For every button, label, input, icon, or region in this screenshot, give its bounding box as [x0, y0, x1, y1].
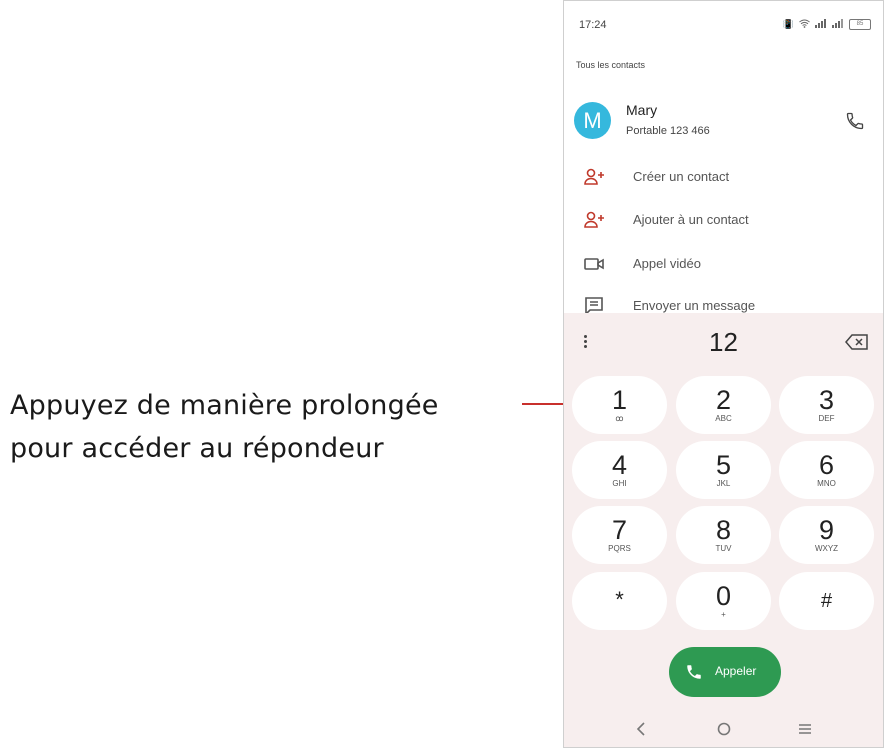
key-star[interactable]: * [572, 572, 667, 630]
key-3[interactable]: 3 DEF [779, 376, 874, 434]
action-label: Ajouter à un contact [633, 212, 749, 227]
video-camera-icon [584, 254, 606, 274]
action-label: Créer un contact [633, 169, 730, 184]
action-label: Envoyer un message [633, 298, 756, 313]
video-call-action[interactable]: Appel vidéo [584, 252, 863, 276]
status-bar: 17:24 📳 85 [579, 19, 871, 35]
wifi-icon [799, 19, 810, 30]
action-label: Appel vidéo [633, 256, 701, 271]
add-person-icon [584, 210, 606, 230]
backspace-icon[interactable] [845, 332, 869, 352]
key-5[interactable]: 5 JKL [676, 441, 771, 499]
dialed-number: 12 [709, 327, 738, 357]
back-icon[interactable] [634, 721, 650, 737]
voicemail-icon: ꝏ [615, 414, 624, 423]
signal-icon [815, 19, 827, 30]
key-hash[interactable]: # [779, 572, 874, 630]
recents-icon[interactable] [797, 721, 813, 737]
key-7[interactable]: 7 PQRS [572, 506, 667, 564]
call-button-label: Appeler [715, 664, 757, 678]
key-9[interactable]: 9 WXYZ [779, 506, 874, 564]
vibrate-icon: 📳 [782, 19, 794, 29]
key-2[interactable]: 2 ABC [676, 376, 771, 434]
key-6[interactable]: 6 MNO [779, 441, 874, 499]
add-person-icon [584, 167, 606, 187]
call-button[interactable]: Appeler [669, 647, 781, 697]
key-1[interactable]: 1ꝏ [572, 376, 667, 434]
avatar: M [574, 102, 611, 139]
phone-screen: 17:24 📳 85 Tous les contacts M Mary Port… [563, 0, 884, 748]
key-4[interactable]: 4 GHI [572, 441, 667, 499]
signal-icon-2 [832, 19, 844, 30]
status-icons: 📳 85 [783, 19, 871, 30]
contact-number: Portable 123 466 [626, 125, 710, 137]
phone-icon[interactable] [845, 111, 865, 131]
create-contact-action[interactable]: Créer un contact [584, 165, 863, 189]
callout-line-1: Appuyez de manière prolongée [10, 390, 439, 421]
contact-name: Mary [626, 102, 658, 118]
callout-line-2: pour accéder au répondeur [10, 433, 384, 464]
status-time: 17:24 [579, 19, 607, 31]
phone-icon [685, 663, 703, 681]
key-0[interactable]: 0 + [676, 572, 771, 630]
contact-row[interactable]: M Mary Portable 123 466 [574, 99, 871, 145]
add-to-contact-action[interactable]: Ajouter à un contact [584, 208, 863, 232]
section-label: Tous les contacts [576, 60, 646, 70]
key-8[interactable]: 8 TUV [676, 506, 771, 564]
callout-text: Appuyez de manière prolongée pour accéde… [10, 384, 439, 470]
battery-icon: 85 [849, 19, 871, 30]
home-icon[interactable] [716, 721, 732, 737]
dialpad: 12 1ꝏ 2 ABC 3 DEF 4 GHI 5 JKL 6 MNO 7 PQRS 8 TU… [564, 313, 883, 747]
navigation-bar [564, 717, 883, 745]
